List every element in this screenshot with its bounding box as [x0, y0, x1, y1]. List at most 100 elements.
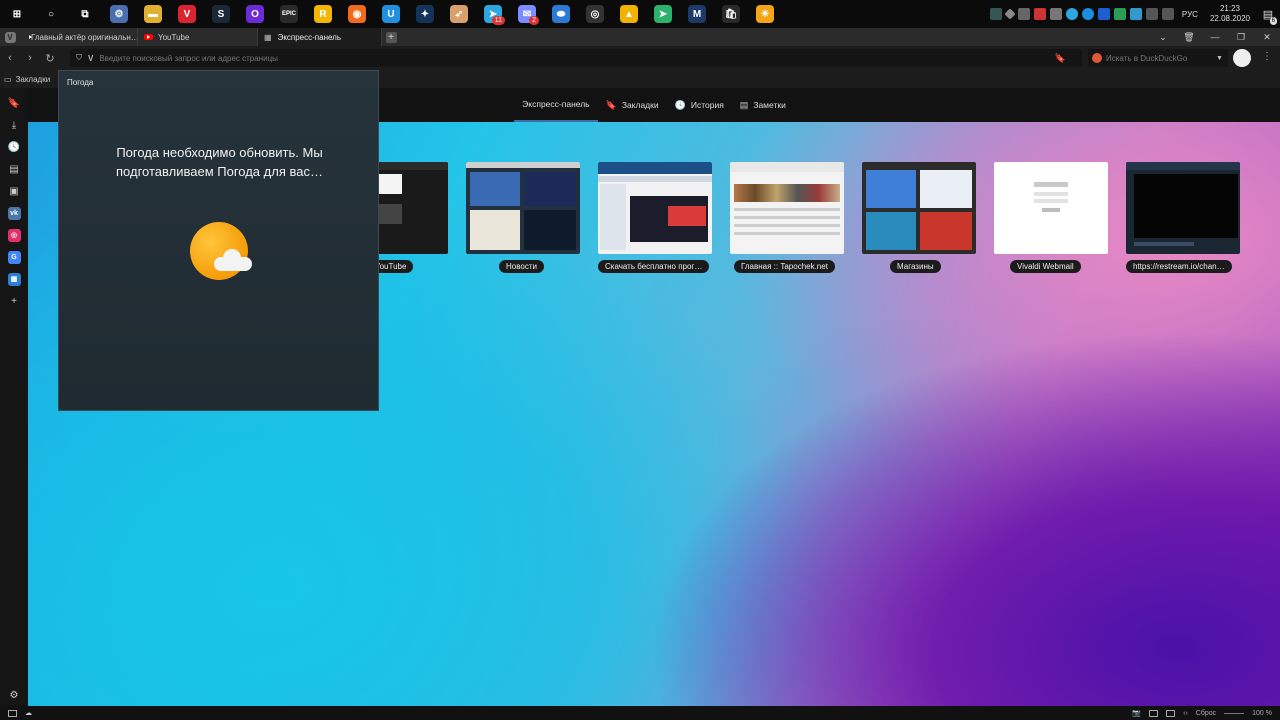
- sidepanel-notes-button[interactable]: ▤: [0, 158, 28, 180]
- notification-center-button[interactable]: ▤ 6: [1256, 0, 1280, 28]
- tab-youtube-video[interactable]: Главный актёр оригинальн…: [20, 28, 138, 46]
- profile-avatar[interactable]: [1233, 49, 1251, 67]
- taskbar-origin[interactable]: ◉: [340, 0, 374, 28]
- taskbar-task-view[interactable]: ⧉: [68, 0, 102, 28]
- taskbar-app-send[interactable]: ➤: [646, 0, 680, 28]
- image-icon[interactable]: [1166, 709, 1176, 717]
- chevron-down-icon[interactable]: ▼: [1216, 55, 1223, 62]
- reload-button[interactable]: ↻: [40, 46, 60, 70]
- taskbar-o-app[interactable]: O: [238, 0, 272, 28]
- camera-icon[interactable]: 📷: [1132, 709, 1141, 717]
- sidepanel-web-panel-button[interactable]: ▦: [0, 268, 28, 290]
- trash-icon[interactable]: 🗑: [1176, 28, 1202, 46]
- taskbar-file-explorer[interactable]: ▬: [136, 0, 170, 28]
- sidepanel-window-button[interactable]: ▣: [0, 180, 28, 202]
- bookmark-icon[interactable]: 🔖: [1055, 53, 1066, 64]
- menu-dots-icon[interactable]: ⋮: [1262, 51, 1272, 62]
- taskbar-battle-net[interactable]: ✦: [408, 0, 442, 28]
- taskbar-obs[interactable]: ◎: [578, 0, 612, 28]
- zoom-reset-button[interactable]: Сброс: [1196, 710, 1216, 717]
- status-bar: ☁ 📷 ‹› Сброс 100 %: [0, 706, 1280, 720]
- sidepanel-translate-button[interactable]: G: [0, 246, 28, 268]
- tab-cycler-icon[interactable]: ⌄: [1150, 28, 1176, 46]
- sidepanel-bookmarks-button[interactable]: 🔖: [0, 92, 28, 114]
- tab-notes-page[interactable]: ▤ Заметки: [732, 88, 794, 122]
- sidepanel-settings-button[interactable]: ⚙: [0, 684, 28, 706]
- tray-discord-icon[interactable]: [1017, 8, 1030, 20]
- app-feather-icon: ➶: [450, 5, 468, 23]
- speed-dial-vivaldi-webmail[interactable]: [994, 162, 1108, 254]
- tab-youtube[interactable]: YouTube: [138, 28, 258, 46]
- tray-red-icon[interactable]: [1033, 8, 1046, 20]
- taskbar-app-m[interactable]: M: [680, 0, 714, 28]
- code-icon[interactable]: ‹›: [1183, 710, 1188, 717]
- vivaldi-logo-icon: V: [4, 31, 16, 43]
- speed-dial-tapochek[interactable]: [730, 162, 844, 254]
- tray-cloud-icon[interactable]: [1129, 8, 1142, 20]
- tray-telegram-icon[interactable]: [1065, 8, 1078, 20]
- taskbar-settings[interactable]: ⚙: [102, 0, 136, 28]
- sidepanel-history-button[interactable]: 🕓: [0, 136, 28, 158]
- back-button[interactable]: ‹: [0, 46, 20, 70]
- system-clock[interactable]: 21:23 22.08.2020: [1210, 4, 1250, 24]
- taskbar-messenger[interactable]: ✉ 2: [510, 0, 544, 28]
- tray-volume-icon[interactable]: [1161, 8, 1174, 20]
- tray-bluetooth-icon[interactable]: [1097, 8, 1110, 20]
- tray-bg-icon[interactable]: [989, 8, 1002, 20]
- taskbar-app-triangle[interactable]: ▲: [612, 0, 646, 28]
- vivaldi-icon: V: [178, 5, 196, 23]
- tab-label: Экспресс-панель: [277, 32, 342, 42]
- shield-icon[interactable]: ⛉: [76, 53, 82, 63]
- close-button[interactable]: ✕: [1254, 28, 1280, 46]
- sidepanel-instagram-button[interactable]: ◎: [0, 224, 28, 246]
- search-input[interactable]: [1106, 53, 1216, 63]
- taskbar-weather[interactable]: ☀: [748, 0, 782, 28]
- taskbar-store[interactable]: 🛍: [714, 0, 748, 28]
- speed-dial-shops[interactable]: [862, 162, 976, 254]
- taskbar-app-feather[interactable]: ➶: [442, 0, 476, 28]
- taskbar-epic-games[interactable]: EPIC: [272, 0, 306, 28]
- clock-time: 21:23: [1219, 4, 1240, 13]
- gear-icon: ⚙: [9, 689, 19, 701]
- window-icon[interactable]: [1149, 709, 1159, 717]
- tab-speed-dial[interactable]: ▦ Экспресс-панель: [258, 28, 382, 46]
- weather-panel[interactable]: Погода Погода необходимо обновить. Мы по…: [58, 70, 379, 411]
- forward-button[interactable]: ›: [20, 46, 40, 70]
- bookmarks-folder[interactable]: Закладки: [16, 75, 51, 84]
- language-indicator[interactable]: РУС: [1182, 10, 1198, 19]
- task-view-icon: ⧉: [76, 5, 94, 23]
- panel-toggle-icon[interactable]: [8, 709, 17, 717]
- zoom-slider[interactable]: [1224, 712, 1245, 714]
- speed-dial-restream[interactable]: [1126, 162, 1240, 254]
- tray-network-icon[interactable]: [1145, 8, 1158, 20]
- taskbar-telegram[interactable]: ➤ 11: [476, 0, 510, 28]
- tab-speed-dial-page[interactable]: Экспресс-панель: [514, 88, 598, 122]
- vivaldi-menu-button[interactable]: V: [0, 28, 20, 46]
- taskbar-vivaldi[interactable]: V: [170, 0, 204, 28]
- taskbar-steam[interactable]: S: [204, 0, 238, 28]
- search-field[interactable]: ▼: [1088, 49, 1228, 67]
- speed-dial-softload[interactable]: [598, 162, 712, 254]
- address-field[interactable]: ⛉ V 🔖: [70, 49, 1082, 67]
- maximize-button[interactable]: ❐: [1228, 28, 1254, 46]
- new-tab-button[interactable]: +: [382, 28, 400, 46]
- tray-green-icon[interactable]: [1113, 8, 1126, 20]
- taskbar-windows-start[interactable]: ⊞: [0, 0, 34, 28]
- sidepanel-vk-button[interactable]: vk: [0, 202, 28, 224]
- taskbar-uplay[interactable]: U: [374, 0, 408, 28]
- address-input[interactable]: [99, 53, 1040, 63]
- sidepanel-add-button[interactable]: +: [0, 290, 28, 312]
- taskbar-game-app[interactable]: ⬬: [544, 0, 578, 28]
- speed-dial-news[interactable]: [466, 162, 580, 254]
- tab-history-page[interactable]: 🕓 История: [667, 88, 732, 122]
- minimize-button[interactable]: —: [1202, 28, 1228, 46]
- taskbar-rockstar[interactable]: R: [306, 0, 340, 28]
- tray-diamond-icon[interactable]: [1004, 8, 1016, 20]
- tab-bookmarks-page[interactable]: 🔖 Закладки: [598, 88, 667, 122]
- settings-icon: ⚙: [110, 5, 128, 23]
- tray-app-icon[interactable]: [1049, 8, 1062, 20]
- taskbar-search[interactable]: ○: [34, 0, 68, 28]
- tray-skype-icon[interactable]: [1081, 8, 1094, 20]
- sidepanel-downloads-button[interactable]: ⤓: [0, 114, 28, 136]
- cloud-sync-icon[interactable]: ☁: [25, 709, 32, 717]
